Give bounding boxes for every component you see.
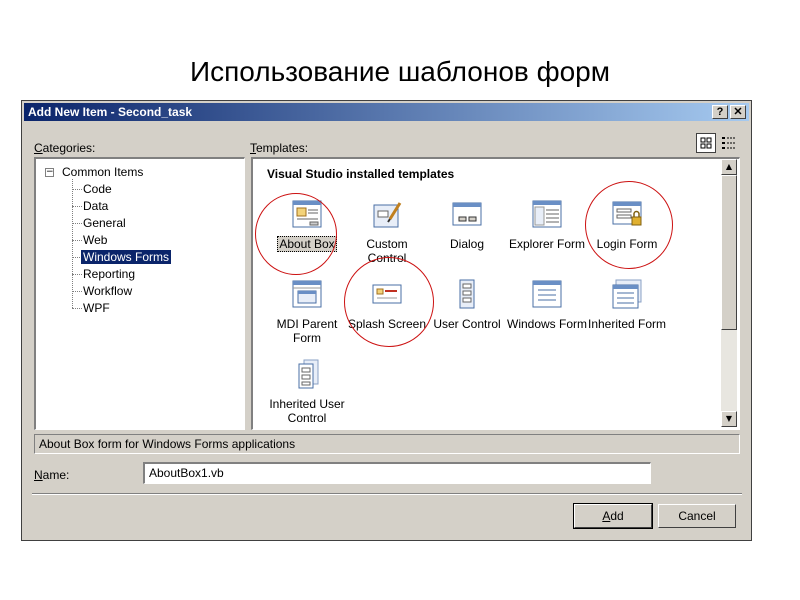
- tree-connector: [72, 223, 82, 224]
- scroll-thumb[interactable]: [721, 175, 737, 330]
- help-button[interactable]: ?: [712, 105, 728, 119]
- tree-connector: [72, 240, 82, 241]
- template-label: Login Form: [596, 237, 658, 251]
- separator: [32, 493, 742, 495]
- template-dialog[interactable]: Dialog: [427, 199, 507, 251]
- dialog-title: Add New Item - Second_task: [28, 105, 193, 119]
- small-icons-view-button[interactable]: [719, 133, 739, 153]
- tree-connector: [72, 291, 82, 292]
- tree-expander[interactable]: −: [45, 168, 54, 177]
- inherited-user-control-icon: [298, 359, 319, 389]
- name-input[interactable]: AboutBox1.vb: [143, 462, 651, 484]
- template-login-form[interactable]: Login Form: [587, 199, 667, 251]
- template-label: Custom Control: [366, 237, 408, 265]
- template-label: About Box: [277, 236, 337, 252]
- mdi-parent-form-icon: [292, 280, 322, 308]
- tree-connector: [72, 274, 82, 275]
- template-about-box[interactable]: About Box: [267, 199, 347, 252]
- template-explorer-form[interactable]: Explorer Form: [507, 199, 587, 251]
- tree-connector: [72, 179, 73, 308]
- custom-control-icon: [373, 202, 402, 228]
- dialog-titlebar[interactable]: Add New Item - Second_task ? ✕: [24, 103, 749, 121]
- template-label: Inherited User Control: [269, 397, 345, 425]
- inherited-form-icon: [612, 279, 642, 309]
- templates-group-header: Visual Studio installed templates: [267, 167, 455, 181]
- tree-connector: [72, 189, 82, 190]
- categories-tree[interactable]: − Common Items Code Data General Web Win…: [34, 157, 245, 430]
- template-inherited-form[interactable]: Inherited Form: [587, 279, 667, 331]
- template-description: About Box form for Windows Forms applica…: [34, 434, 740, 454]
- categories-label: Categories:: [34, 141, 96, 155]
- template-inherited-user-control[interactable]: Inherited User Control: [267, 359, 347, 425]
- name-label: Name:: [34, 468, 70, 482]
- large-icons-view-button[interactable]: [696, 133, 716, 153]
- splash-screen-icon: [372, 284, 402, 304]
- templates-label: Templates:: [250, 141, 309, 155]
- tree-item-general[interactable]: General: [83, 216, 126, 230]
- template-windows-form[interactable]: Windows Form: [507, 279, 587, 331]
- template-label: Inherited Form: [587, 317, 667, 331]
- template-mdi-parent-form[interactable]: MDI Parent Form: [267, 279, 347, 345]
- tree-item-data[interactable]: Data: [83, 199, 108, 213]
- cancel-button[interactable]: Cancel: [658, 504, 736, 528]
- template-user-control[interactable]: User Control: [427, 279, 507, 331]
- slide-title: Использование шаблонов форм: [189, 56, 610, 87]
- templates-list[interactable]: Visual Studio installed templates About …: [251, 157, 740, 430]
- tree-item-workflow[interactable]: Workflow: [83, 284, 132, 298]
- template-label: Dialog: [449, 237, 485, 251]
- template-splash-screen[interactable]: Splash Screen: [347, 279, 427, 331]
- template-label: Explorer Form: [508, 237, 585, 251]
- user-control-icon: [459, 279, 475, 309]
- scroll-up-button[interactable]: ▲: [721, 159, 737, 175]
- about-box-icon: [292, 200, 322, 228]
- scroll-down-button[interactable]: ▼: [721, 411, 737, 427]
- close-button[interactable]: ✕: [730, 105, 746, 119]
- windows-form-icon: [532, 280, 562, 308]
- tree-item-reporting[interactable]: Reporting: [83, 267, 135, 281]
- add-button[interactable]: Add: [573, 503, 653, 529]
- tree-item-windows-forms[interactable]: Windows Forms: [81, 250, 172, 264]
- tree-item-wpf[interactable]: WPF: [83, 301, 110, 315]
- tree-item-web[interactable]: Web: [83, 233, 107, 247]
- template-custom-control[interactable]: Custom Control: [347, 199, 427, 265]
- templates-scrollbar[interactable]: ▲ ▼: [721, 159, 737, 427]
- login-form-icon: [612, 201, 642, 226]
- tree-item-code[interactable]: Code: [83, 182, 112, 196]
- template-label: Windows Form: [507, 317, 588, 331]
- close-icon: ✕: [733, 106, 743, 118]
- dialog-icon: [452, 202, 482, 226]
- template-label: User Control: [433, 317, 501, 331]
- large-icons-view-icon: [700, 137, 712, 149]
- small-icons-view-icon: [722, 137, 735, 149]
- template-label: MDI Parent Form: [276, 317, 338, 345]
- tree-connector: [72, 308, 82, 309]
- explorer-form-icon: [532, 200, 562, 228]
- tree-connector: [72, 206, 82, 207]
- tree-item-common-items[interactable]: Common Items: [62, 165, 143, 179]
- add-new-item-dialog: Add New Item - Second_task ? ✕ Categorie…: [21, 100, 752, 541]
- template-label: Splash Screen: [347, 317, 427, 331]
